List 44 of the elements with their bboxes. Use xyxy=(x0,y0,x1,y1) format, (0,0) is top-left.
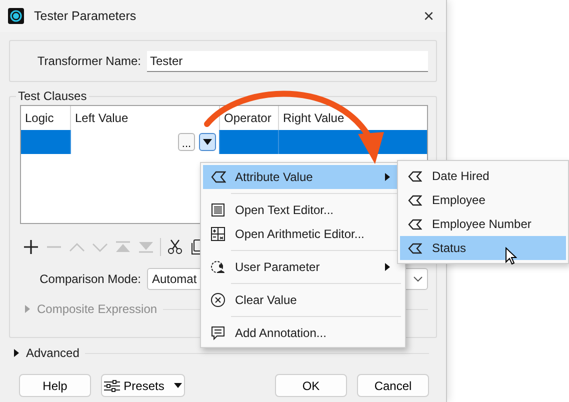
gear-person-icon xyxy=(210,259,226,275)
tag-icon xyxy=(408,242,422,254)
dropdown-button[interactable] xyxy=(199,133,216,151)
menu-item[interactable]: Open Arithmetic Editor... xyxy=(203,222,403,246)
ok-button[interactable]: OK xyxy=(275,374,347,397)
tag-icon xyxy=(408,170,422,182)
tag-icon xyxy=(408,218,422,230)
add-icon[interactable] xyxy=(22,238,40,256)
column-header[interactable]: Right Value xyxy=(279,106,427,130)
tag-icon xyxy=(408,194,422,206)
cancel-button[interactable]: Cancel xyxy=(357,374,429,397)
document-icon xyxy=(210,202,226,218)
cut-icon[interactable] xyxy=(166,238,184,256)
window-title: Tester Parameters xyxy=(34,9,138,23)
left-value-cell[interactable]: ... xyxy=(71,130,220,154)
tag-icon xyxy=(210,169,226,185)
calculator-icon xyxy=(210,226,226,242)
comment-icon xyxy=(210,325,226,341)
menu-item[interactable]: Employee Number xyxy=(400,212,566,236)
advanced-toggle[interactable]: Advanced xyxy=(26,346,80,360)
menu-item[interactable]: Open Text Editor... xyxy=(203,198,403,222)
chevron-down-icon xyxy=(413,276,423,282)
close-button[interactable]: × xyxy=(423,6,434,26)
menu-item[interactable]: Clear Value xyxy=(203,288,403,312)
menu-item[interactable]: User Parameter xyxy=(203,255,403,279)
menu-item[interactable]: Add Annotation... xyxy=(203,321,403,345)
field-label: Comparison Mode: xyxy=(38,272,141,286)
help-button[interactable]: Help xyxy=(19,374,91,397)
sliders-icon xyxy=(104,380,120,392)
menu-item[interactable]: Status xyxy=(400,236,566,260)
presets-button[interactable]: Presets xyxy=(101,374,185,397)
menu-item[interactable]: Employee xyxy=(400,188,566,212)
app-icon xyxy=(8,8,24,24)
transformer-name-field[interactable]: Tester xyxy=(147,50,428,72)
submenu-arrow-icon xyxy=(384,263,391,271)
group-title: Test Clauses xyxy=(16,89,89,103)
caret-icon xyxy=(203,139,212,145)
clear-icon xyxy=(210,292,226,308)
menu-item[interactable]: Date Hired xyxy=(400,164,566,188)
table-row[interactable]: ... xyxy=(21,130,427,154)
field-label: Transformer Name: xyxy=(36,54,141,68)
ellipsis-button[interactable]: ... xyxy=(178,133,195,151)
caret-icon xyxy=(174,383,182,388)
submenu-arrow-icon xyxy=(384,173,391,181)
